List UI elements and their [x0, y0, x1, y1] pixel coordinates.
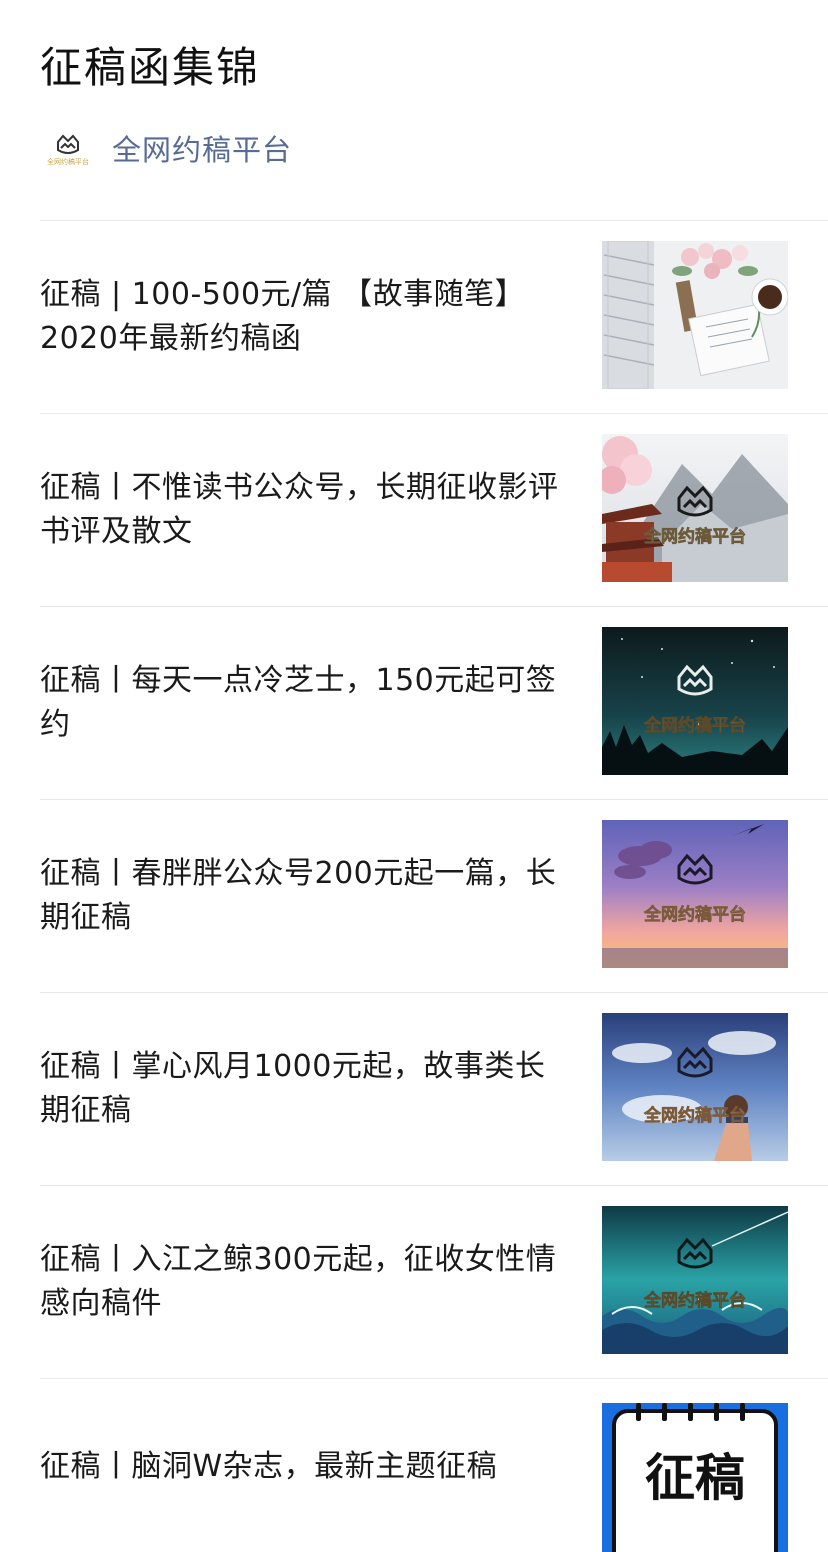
list-item[interactable]: 征稿 | 100-500元/篇 【故事随笔】2020年最新约稿函 — [40, 220, 828, 413]
article-title[interactable]: 征稿 | 100-500元/篇 【故事随笔】2020年最新约稿函 — [40, 273, 568, 361]
account-logo-text: 全网约稿平台 — [47, 157, 89, 166]
article-thumbnail[interactable] — [602, 241, 788, 389]
list-item[interactable]: 征稿丨脑洞W杂志，最新主题征稿 征稿 — [40, 1378, 828, 1552]
account-name[interactable]: 全网约稿平台 — [112, 127, 292, 169]
calendar-text: 征稿 — [645, 1449, 745, 1507]
article-title[interactable]: 征稿丨脑洞W杂志，最新主题征稿 — [40, 1445, 568, 1489]
article-thumbnail[interactable]: 全网约稿平台 — [602, 1206, 788, 1354]
article-title[interactable]: 征稿丨入江之鲸300元起，征收女性情感向稿件 — [40, 1238, 568, 1326]
thumbnail-overlay-text: 全网约稿平台 — [643, 1105, 746, 1126]
article-thumbnail[interactable]: 全网约稿平台 — [602, 820, 788, 968]
coffee-cup-image — [751, 278, 788, 316]
thumbnail-overlay-text: 全网约稿平台 — [643, 904, 746, 925]
article-list: 征稿 | 100-500元/篇 【故事随笔】2020年最新约稿函 征稿丨不惟读书… — [40, 220, 828, 1552]
list-item[interactable]: 征稿丨掌心风月1000元起，故事类长期征稿 全网约稿平台 — [40, 992, 828, 1185]
article-title[interactable]: 征稿丨每天一点冷芝士，150元起可签约 — [40, 659, 568, 747]
article-thumbnail[interactable]: 全网约稿平台 — [602, 1013, 788, 1161]
thumbnail-overlay-text: 全网约稿平台 — [643, 715, 746, 736]
list-item[interactable]: 征稿丨入江之鲸300元起，征收女性情感向稿件 全网约稿平台 — [40, 1185, 828, 1378]
article-title[interactable]: 征稿丨不惟读书公众号，长期征收影评书评及散文 — [40, 466, 568, 554]
article-thumbnail[interactable]: 全网约稿平台 — [602, 434, 788, 582]
list-item[interactable]: 征稿丨每天一点冷芝士，150元起可签约 全网约稿平台 — [40, 606, 828, 799]
list-item[interactable]: 征稿丨春胖胖公众号200元起一篇，长期征稿 全网约稿平台 — [40, 799, 828, 992]
article-thumbnail[interactable]: 全网约稿平台 — [602, 627, 788, 775]
books-stack-image — [602, 241, 655, 389]
article-collection-page: 征稿函集锦 全网约稿平台 全网约稿平台 征稿 | 100-500元/篇 【故事随… — [0, 0, 828, 1552]
article-title[interactable]: 征稿丨春胖胖公众号200元起一篇，长期征稿 — [40, 852, 568, 940]
calendar-icon: 征稿 — [612, 1403, 778, 1552]
list-item[interactable]: 征稿丨不惟读书公众号，长期征收影评书评及散文 全网约稿平台 — [40, 413, 828, 606]
thumbnail-overlay-text: 全网约稿平台 — [643, 526, 746, 547]
article-title[interactable]: 征稿丨掌心风月1000元起，故事类长期征稿 — [40, 1045, 568, 1133]
page-title: 征稿函集锦 — [40, 43, 261, 92]
account-logo: 全网约稿平台 — [40, 126, 96, 170]
crown-mountain-logo-icon — [57, 134, 79, 154]
article-thumbnail[interactable]: 征稿 — [602, 1403, 788, 1552]
account-link[interactable]: 全网约稿平台 全网约稿平台 — [40, 126, 292, 170]
thumbnail-overlay-text: 全网约稿平台 — [643, 1290, 746, 1311]
